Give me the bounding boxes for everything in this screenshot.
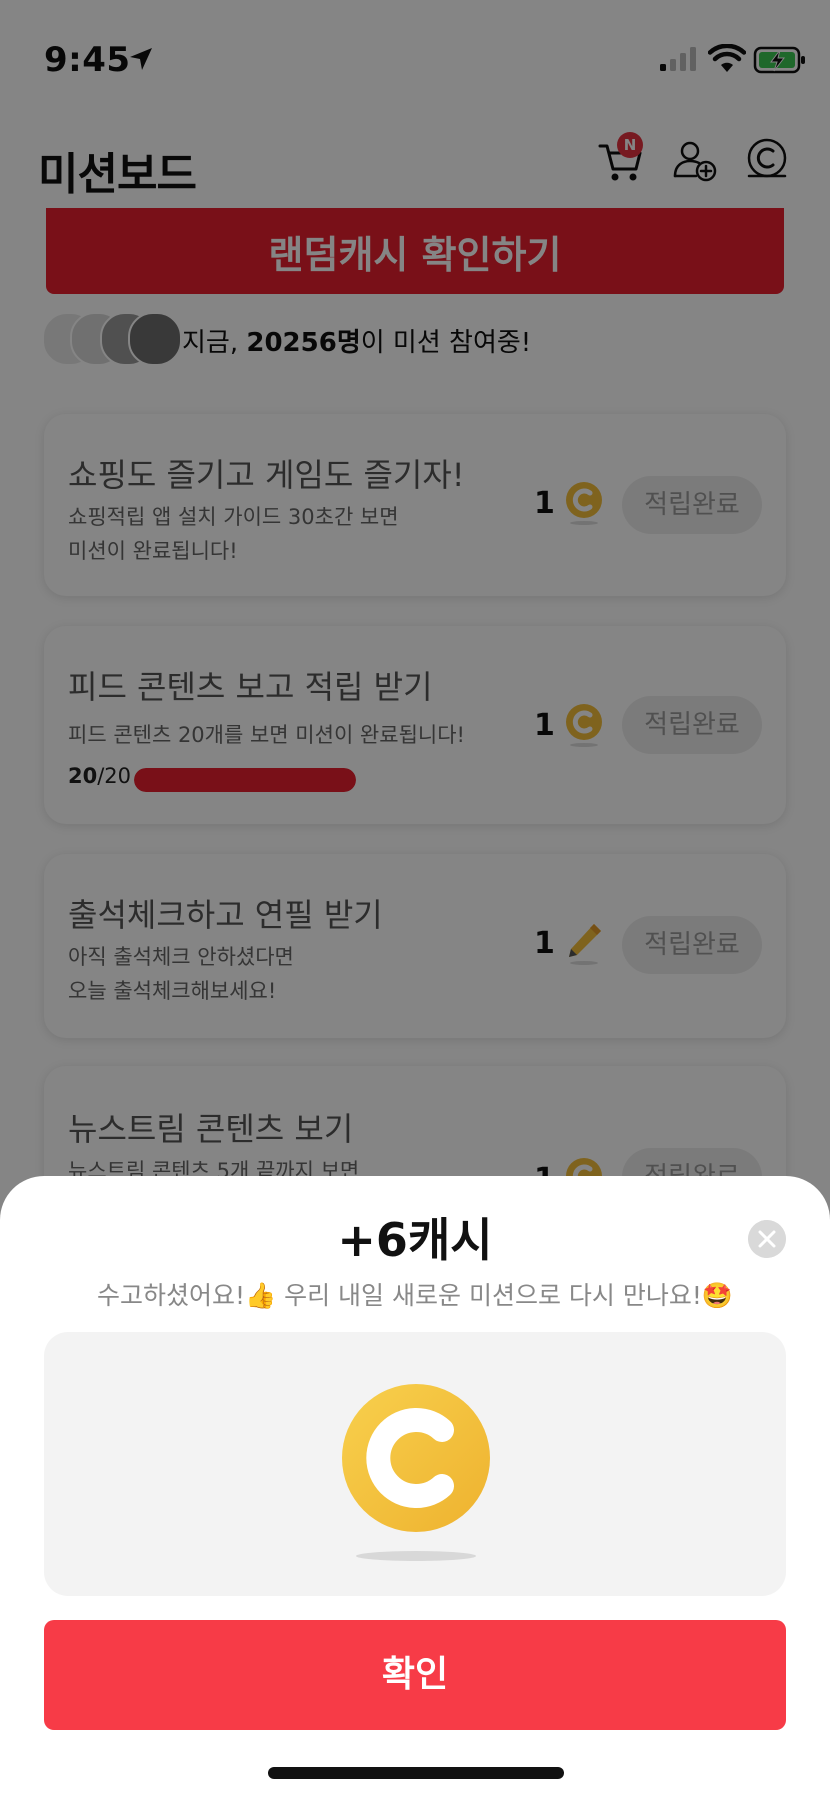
big-coin-icon xyxy=(342,1384,490,1561)
reward-title: +6캐시 xyxy=(337,1213,493,1267)
reward-message: 수고하셨어요!👍 우리 내일 새로운 미션으로 다시 만나요!🤩 xyxy=(97,1281,733,1310)
confirm-button[interactable]: 확인 xyxy=(44,1620,786,1730)
coin-panel xyxy=(44,1332,786,1596)
reward-bottom-sheet: +6캐시 수고하셨어요!👍 우리 내일 새로운 미션으로 다시 만나요!🤩 확인 xyxy=(0,1176,830,1797)
home-indicator xyxy=(268,1767,564,1779)
close-icon[interactable] xyxy=(748,1220,786,1258)
mission-board-screen: 9:45 미션보드 N 랜덤캐시 확인하기 지금, 20256명이 미션 참여중… xyxy=(0,0,830,1797)
